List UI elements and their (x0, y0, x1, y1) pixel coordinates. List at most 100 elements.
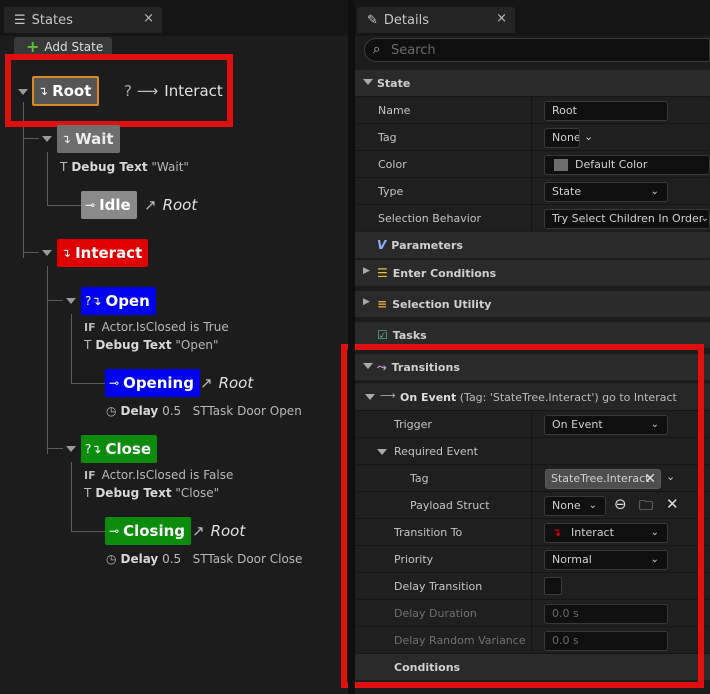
row-color: Color Default Color (355, 150, 710, 178)
search-input[interactable]: ⌕ Search (364, 38, 710, 62)
state-leaf-icon: ⊸ (85, 198, 96, 212)
category-selection-utility-label: Selection Utility (392, 297, 492, 311)
states-panel: ☰ States × + Add State ↴ Root ? ⟶ Interac… (0, 0, 348, 694)
open-condition: IF Actor.IsClosed is True (84, 320, 229, 334)
color-label: Color (378, 158, 407, 171)
category-selection-utility[interactable]: ▶ ≡ Selection Utility (355, 291, 710, 317)
open-task: T Debug Text "Open" (84, 338, 218, 352)
tree-line (71, 383, 105, 384)
details-panel: ✎ Details × ⌕ Search State Name Root Tag… (341, 0, 710, 694)
state-close-label: Close (105, 440, 151, 458)
open-task-value: "Open" (175, 338, 219, 352)
closing-transition-target: Root (210, 522, 246, 540)
state-wait[interactable]: ↴ Wait (57, 125, 120, 153)
utility-icon: ≡ (377, 297, 388, 311)
close-task-keyword: Debug Text (95, 486, 172, 500)
tab-details-label: Details (383, 12, 429, 28)
transition-arrow-icon: ↗ (144, 196, 157, 214)
expand-icon: ▶ (363, 297, 370, 307)
state-wait-label: Wait (75, 130, 114, 148)
search-icon: ⌕ (373, 42, 381, 57)
type-value: State (552, 185, 582, 198)
highlight-box-transitions (341, 344, 704, 688)
opening-task-keyword: Delay (120, 404, 159, 418)
transition-arrow-icon: ↗ (200, 374, 213, 392)
opening-task-name: STTask Door Open (192, 404, 302, 418)
if-icon: IF (84, 469, 96, 482)
panel-splitter[interactable] (348, 0, 355, 694)
category-parameters[interactable]: V Parameters (355, 232, 710, 258)
wait-task: T Debug Text "Wait" (60, 160, 189, 174)
tree-line (71, 531, 105, 532)
tree-line (47, 448, 63, 449)
expand-open-icon[interactable] (66, 298, 76, 304)
opening-transition: ↗ Root (200, 374, 253, 392)
idle-transition: ↗ Root (144, 196, 197, 214)
tree-line (71, 462, 72, 532)
expand-close-icon[interactable] (66, 446, 76, 452)
states-tab-bar: ☰ States × (0, 0, 348, 36)
close-task-value: "Close" (175, 486, 220, 500)
row-name: Name Root (355, 96, 710, 124)
tab-states[interactable]: ☰ States × (4, 7, 162, 33)
closing-task-name: STTask Door Close (192, 552, 303, 566)
type-dropdown[interactable]: State ⌄ (544, 182, 668, 202)
category-state[interactable]: State (355, 70, 710, 96)
chevron-down-icon: ⌄ (700, 213, 709, 224)
category-tasks-label: Tasks (392, 328, 427, 342)
name-label: Name (378, 104, 411, 117)
name-field[interactable]: Root (544, 101, 668, 121)
tree-line (47, 266, 48, 454)
state-idle-label: Idle (99, 196, 131, 214)
color-value: Default Color (575, 158, 648, 171)
close-icon[interactable]: × (143, 11, 154, 26)
state-opening[interactable]: ⊸ Opening (105, 369, 200, 397)
tasks-icon: ☑ (377, 328, 388, 342)
tab-states-label: States (31, 12, 73, 28)
closing-task: ◷ Delay 0.5 STTask Door Close (106, 552, 302, 566)
tree-line (47, 152, 48, 206)
expand-icon: ▶ (363, 266, 370, 276)
state-open[interactable]: ?↴ Open (81, 287, 156, 315)
open-condition-text: Actor.IsClosed is True (101, 320, 229, 334)
tree-line (23, 252, 39, 253)
tree-line (71, 314, 72, 384)
search-placeholder: Search (391, 43, 436, 58)
category-enter-conditions[interactable]: ▶ ☰ Enter Conditions (355, 260, 710, 286)
chevron-down-icon[interactable]: ⌄ (584, 130, 593, 143)
row-tag: Tag None ⌄ (355, 123, 710, 151)
selection-behavior-dropdown[interactable]: Try Select Children In Order ⌄ (544, 209, 710, 229)
add-state-label: Add State (44, 40, 104, 54)
plus-icon: + (26, 37, 40, 56)
close-condition: IF Actor.IsClosed is False (84, 468, 233, 482)
tab-details[interactable]: ✎ Details × (357, 7, 515, 33)
row-selection-behavior: Selection Behavior Try Select Children I… (355, 204, 710, 232)
tag-field[interactable]: None (544, 128, 580, 148)
states-tree-icon: ☰ (14, 12, 26, 28)
selection-behavior-value: Try Select Children In Order (552, 212, 704, 225)
text-icon: T (60, 160, 68, 174)
tree-line (23, 138, 39, 139)
state-close[interactable]: ?↴ Close (81, 435, 157, 463)
state-closing[interactable]: ⊸ Closing (105, 517, 192, 545)
pencil-icon: ✎ (367, 12, 378, 28)
transition-arrow-icon: ↗ (192, 522, 205, 540)
clock-icon: ◷ (106, 552, 117, 566)
close-condition-text: Actor.IsClosed is False (101, 468, 234, 482)
state-idle[interactable]: ⊸ Idle (81, 191, 137, 219)
color-field[interactable]: Default Color (544, 155, 710, 175)
wait-task-keyword: Debug Text (71, 160, 148, 174)
close-icon[interactable]: × (496, 11, 507, 26)
text-icon: T (84, 486, 92, 500)
tree-line (47, 205, 81, 206)
wait-task-value: "Wait" (151, 160, 189, 174)
state-interact-label: Interact (75, 244, 143, 262)
state-conditional-icon: ?↴ (85, 294, 102, 308)
state-interact[interactable]: ↴ Interact (57, 239, 149, 267)
tree-line (47, 300, 63, 301)
color-swatch (554, 159, 568, 171)
expand-interact-icon[interactable] (42, 250, 52, 256)
close-task: T Debug Text "Close" (84, 486, 219, 500)
expand-wait-icon[interactable] (42, 136, 52, 142)
type-label: Type (378, 185, 404, 198)
